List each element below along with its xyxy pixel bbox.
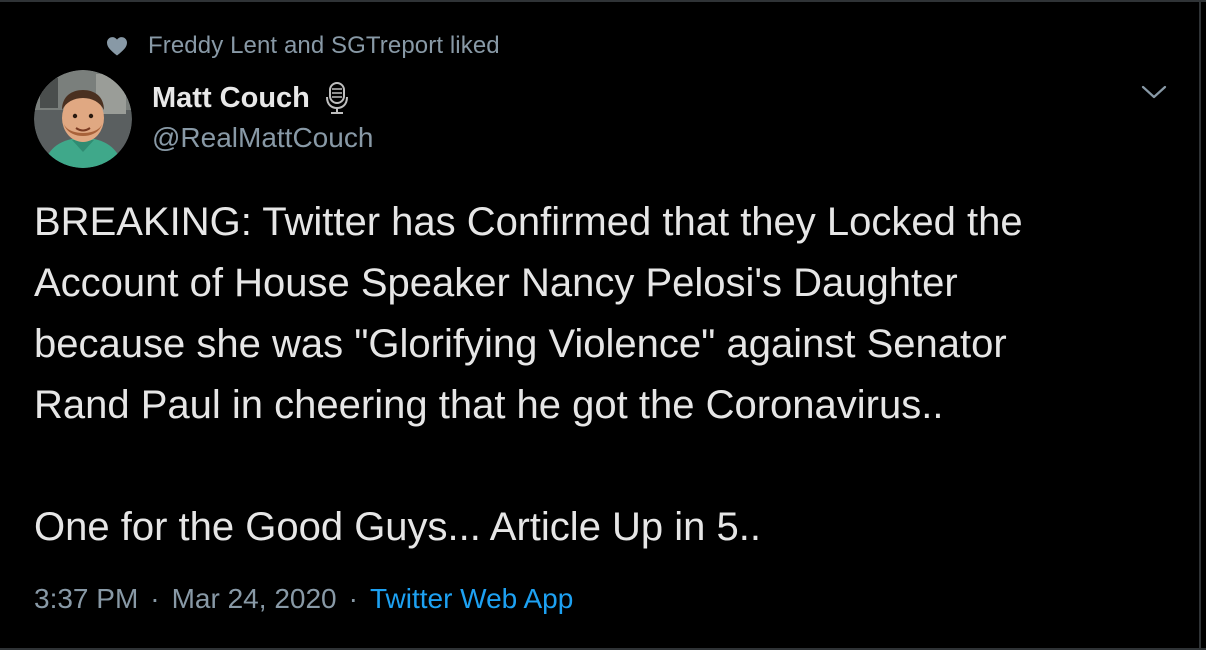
display-name[interactable]: Matt Couch (152, 82, 310, 115)
top-divider (0, 0, 1206, 2)
tweet-text: BREAKING: Twitter has Confirmed that the… (34, 200, 1023, 549)
chevron-down-icon[interactable] (1140, 82, 1168, 102)
social-context[interactable]: Freddy Lent and SGTreport liked (106, 32, 500, 59)
heart-icon (106, 36, 128, 56)
microphone-icon (324, 81, 350, 115)
tweet-time[interactable]: 3:37 PM (34, 583, 138, 615)
tweet-meta: 3:37 PM · Mar 24, 2020 · Twitter Web App (34, 583, 573, 615)
author-info[interactable]: Matt Couch @RealMattCouch (152, 80, 373, 154)
meta-separator: · (348, 583, 358, 614)
meta-separator: · (150, 583, 160, 614)
tweet-source-link[interactable]: Twitter Web App (370, 583, 573, 615)
tweet-card[interactable]: Freddy Lent and SGTreport liked Matt Cou… (0, 0, 1206, 650)
user-handle[interactable]: @RealMattCouch (152, 122, 373, 154)
right-divider (1199, 0, 1201, 650)
avatar[interactable] (34, 70, 132, 168)
tweet-date[interactable]: Mar 24, 2020 (172, 583, 337, 615)
social-context-text: Freddy Lent and SGTreport liked (148, 32, 500, 59)
